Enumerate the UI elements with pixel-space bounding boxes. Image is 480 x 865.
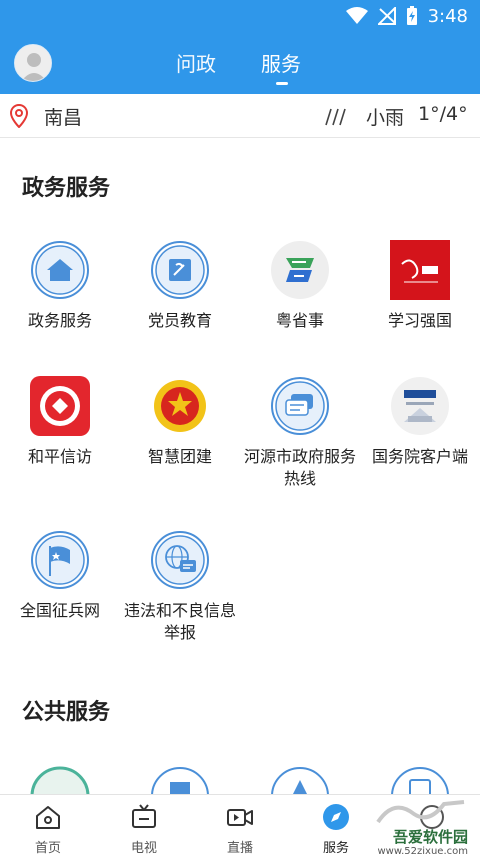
public-service-icon[interactable]	[30, 766, 90, 794]
status-bar: 3:48	[0, 0, 480, 32]
service-item-dangyuan[interactable]: 党员教育	[120, 240, 240, 360]
nav-live[interactable]: 直播	[192, 795, 288, 865]
service-item-zhengwu[interactable]: 政务服务	[0, 240, 120, 360]
tab-fuwu[interactable]: 服务	[261, 48, 301, 77]
public-service-icon[interactable]	[150, 766, 210, 794]
service-item-state-council[interactable]: 国务院客户端	[360, 376, 480, 496]
status-icons: 3:48	[345, 4, 468, 28]
section-title-government: 政务服务	[22, 176, 111, 201]
service-item-label: 违法和不良信息举报	[124, 601, 237, 642]
service-item-label: 学习强国	[387, 311, 452, 330]
home-outline-icon	[36, 806, 60, 829]
service-item-label: 智慧团建	[147, 447, 212, 466]
watermark: 吾爱软件园 www.52zixue.com	[364, 796, 476, 862]
nav-tv[interactable]: 电视	[96, 795, 192, 865]
section-title-public: 公共服务	[22, 700, 111, 725]
service-item-label: 河源市政府服务热线	[244, 447, 357, 488]
location-pin-icon[interactable]	[10, 104, 28, 128]
top-tabs: 问政 服务	[0, 32, 480, 94]
tab-wenzheng[interactable]: 问政	[176, 48, 216, 77]
weather-condition: 小雨	[366, 107, 405, 129]
youth-league-icon	[154, 380, 206, 432]
service-item-illegal-report[interactable]: 违法和不良信息举报	[120, 530, 240, 650]
service-item-xuexi[interactable]: 学习强国	[360, 240, 480, 360]
service-item-zhihuituanjian[interactable]: 智慧团建	[120, 376, 240, 496]
city-name[interactable]: 南昌	[44, 103, 82, 130]
xuexi-qiangguo-icon	[390, 240, 450, 300]
watermark-brand: 吾爱软件园	[392, 828, 468, 846]
compass-icon	[323, 804, 349, 830]
wifi-icon	[345, 7, 368, 24]
party-flag-icon	[151, 241, 209, 299]
no-signal-icon	[377, 7, 396, 25]
chat-bubbles-icon	[271, 377, 329, 435]
weather-bar: 南昌 小雨 1°/4°	[0, 94, 480, 138]
globe-report-icon	[151, 531, 209, 589]
bottom-nav: 首页 电视 直播 服务 吾爱软件园 www.52zixue.com	[0, 794, 480, 864]
flag-icon	[31, 531, 89, 589]
service-item-label: 和平信访	[27, 447, 92, 466]
weather-temperature: 1°/4°	[418, 103, 468, 125]
service-item-label: 党员教育	[147, 311, 212, 330]
header: 问政 服务	[0, 32, 480, 94]
nav-home[interactable]: 首页	[0, 795, 96, 865]
home-icon	[31, 241, 89, 299]
service-item-label: 国务院客户端	[371, 447, 468, 466]
service-item-yueshengshi[interactable]: 粤省事	[240, 240, 360, 360]
tv-icon	[132, 804, 156, 828]
service-item-label: 全国征兵网	[19, 601, 100, 620]
active-tab-indicator	[276, 82, 288, 85]
nav-label: 直播	[226, 841, 253, 856]
nav-label: 首页	[34, 841, 61, 856]
rain-icon	[325, 108, 346, 126]
watermark-url: www.52zixue.com	[377, 846, 469, 857]
status-time: 3:48	[427, 5, 468, 27]
service-item-heyuan-hotline[interactable]: 河源市政府服务热线	[240, 376, 360, 496]
service-item-label: 政务服务	[27, 311, 92, 330]
nav-label: 电视	[130, 841, 157, 856]
service-item-hepingxinfang[interactable]: 和平信访	[0, 376, 120, 496]
yueshengshi-icon	[271, 241, 329, 299]
video-camera-icon	[227, 809, 253, 826]
state-council-icon	[391, 377, 449, 435]
service-item-label: 粤省事	[275, 311, 324, 330]
battery-charging-icon	[406, 6, 417, 25]
heping-xinfang-icon	[30, 376, 90, 436]
public-service-icon[interactable]	[270, 766, 330, 794]
public-service-icon[interactable]	[390, 766, 450, 794]
service-item-zhengbing[interactable]: 全国征兵网	[0, 530, 120, 650]
watermark-logo-icon	[376, 800, 465, 824]
services-content[interactable]: 政务服务 政务服务 党员教育 粤省事 学习强国 和平信访 智慧团建 河源市政府服…	[0, 138, 480, 794]
